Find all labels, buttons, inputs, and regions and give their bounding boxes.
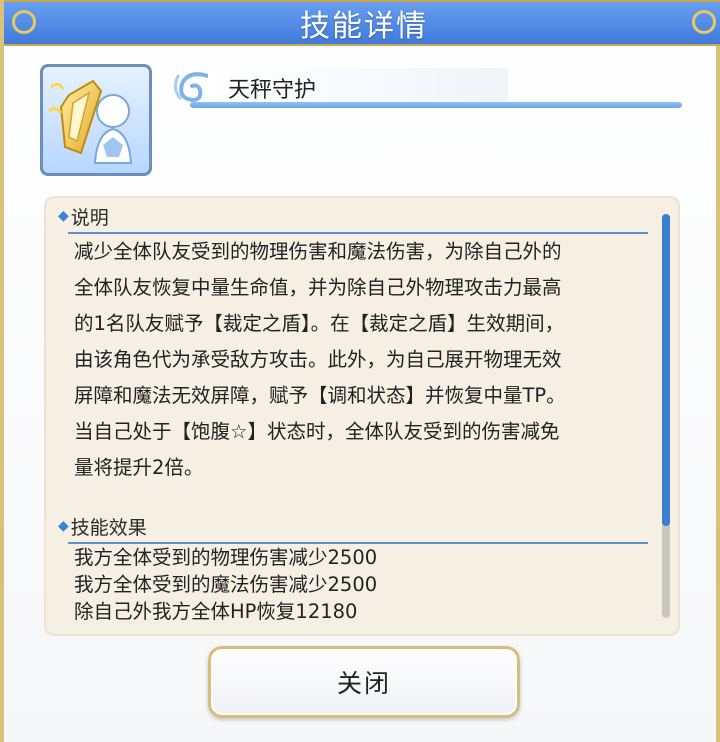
diamond-bullet-icon: ◆ — [58, 518, 69, 534]
description-line: 屏障和魔法无效屏障，赋予【调和状态】并恢复中量TP。 — [74, 384, 566, 407]
description-line: 量将提升2倍。 — [74, 456, 204, 479]
effect-item: 我方全体受到的魔法伤害减少2500 — [74, 573, 378, 596]
description-line: 由该角色代为承受敌方攻击。此外，为自己展开物理无效 — [74, 348, 562, 371]
description-line: 减少全体队友受到的物理伤害和魔法伤害，为除自己外的 — [74, 240, 562, 263]
scrollbar[interactable] — [662, 214, 670, 618]
skill-name-underline — [190, 102, 682, 108]
skill-detail-dialog: 技能详情 天秤守护 ◆ 说明 减少全体队友受到的物理伤害和魔法伤害，为除自己外的… — [0, 0, 720, 742]
description-panel[interactable]: ◆ 说明 减少全体队友受到的物理伤害和魔法伤害，为除自己外的 全体队友恢复中量生… — [44, 196, 680, 636]
close-button[interactable]: 关闭 — [208, 646, 520, 718]
close-button-label: 关闭 — [336, 669, 391, 698]
left-corner-ornament-icon — [12, 10, 36, 34]
effect-item: 除自己外我方全体HP恢复12180 — [74, 600, 358, 623]
diamond-bullet-icon: ◆ — [58, 208, 69, 224]
effects-list: 我方全体受到的物理伤害减少2500 我方全体受到的魔法伤害减少2500 除自己外… — [74, 544, 644, 625]
scrollbar-thumb[interactable] — [662, 214, 670, 526]
description-heading-label: 说明 — [70, 206, 109, 229]
dialog-header: 技能详情 — [4, 0, 720, 46]
effects-heading: ◆ 技能效果 — [58, 510, 648, 542]
effect-item: 我方全体受到的物理伤害减少2500 — [74, 546, 378, 569]
description-heading: ◆ 说明 — [58, 200, 648, 232]
dialog-title: 技能详情 — [300, 9, 428, 44]
skill-icon — [40, 64, 152, 176]
golden-shield-portrait-icon — [47, 79, 133, 164]
description-line: 的1名队友赋予【裁定之盾】。在【裁定之盾】生效期间， — [74, 312, 565, 335]
description-text: 减少全体队友受到的物理伤害和魔法伤害，为除自己外的 全体队友恢复中量生命值，并为… — [74, 234, 644, 486]
description-line: 当自己处于【饱腹☆】状态时，全体队友受到的伤害减免 — [74, 420, 560, 443]
skill-name-area: 天秤守护 — [168, 64, 688, 134]
right-corner-ornament-icon — [692, 10, 716, 34]
description-line: 全体队友恢复中量生命值，并为除自己外物理攻击力最高 — [74, 276, 562, 299]
skill-name: 天秤守护 — [228, 78, 317, 103]
effects-heading-label: 技能效果 — [70, 516, 147, 539]
